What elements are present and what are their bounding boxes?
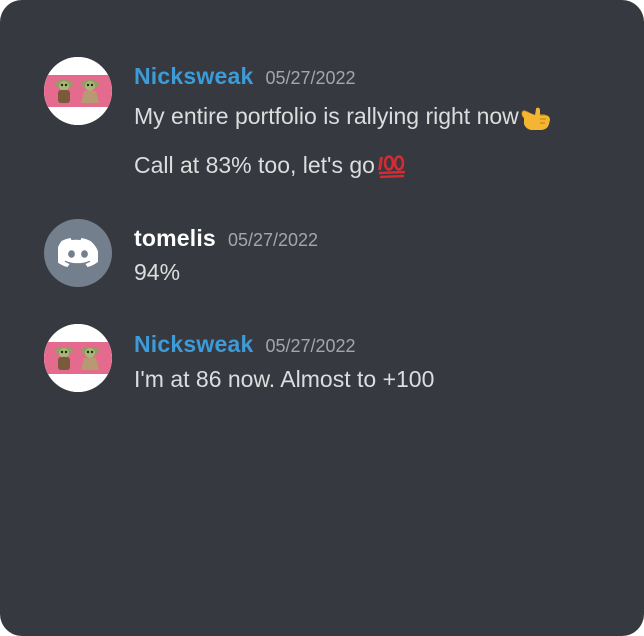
timestamp[interactable]: 05/27/2022 [228, 230, 318, 250]
username[interactable]: Nicksweak [134, 63, 253, 89]
avatar[interactable] [44, 57, 112, 125]
avatar[interactable] [44, 219, 112, 287]
message-text: Call at 83% too, let's go [134, 148, 407, 182]
discord-logo-icon [58, 238, 98, 267]
username[interactable]: Nicksweak [134, 331, 253, 357]
timestamp[interactable]: 05/27/2022 [265, 336, 355, 356]
timestamp[interactable]: 05/27/2022 [265, 68, 355, 88]
message-content: 94% [134, 259, 181, 285]
message-text: I'm at 86 now. Almost to +100 [134, 362, 434, 396]
message-header: Nicksweak 05/27/2022 [134, 327, 356, 361]
message-header: tomelis 05/27/2022 [134, 221, 318, 255]
avatar[interactable] [44, 324, 112, 392]
baby-yoda-avatar-icon [44, 324, 112, 392]
chat-panel: Nicksweak 05/27/2022 My entire portfolio … [0, 0, 644, 636]
call-me-hand-emoji [521, 104, 553, 132]
message-content: I'm at 86 now. Almost to +100 [134, 366, 435, 392]
message-content: My entire portfolio is rallying right no… [134, 103, 519, 129]
message-text: 94% [134, 255, 180, 289]
baby-yoda-avatar-icon [44, 57, 112, 125]
hundred-points-emoji [377, 155, 407, 179]
message-header: Nicksweak 05/27/2022 [134, 59, 356, 93]
username[interactable]: tomelis [134, 225, 216, 251]
message-content: Call at 83% too, let's go [134, 152, 375, 178]
message-text: My entire portfolio is rallying right no… [134, 99, 553, 133]
